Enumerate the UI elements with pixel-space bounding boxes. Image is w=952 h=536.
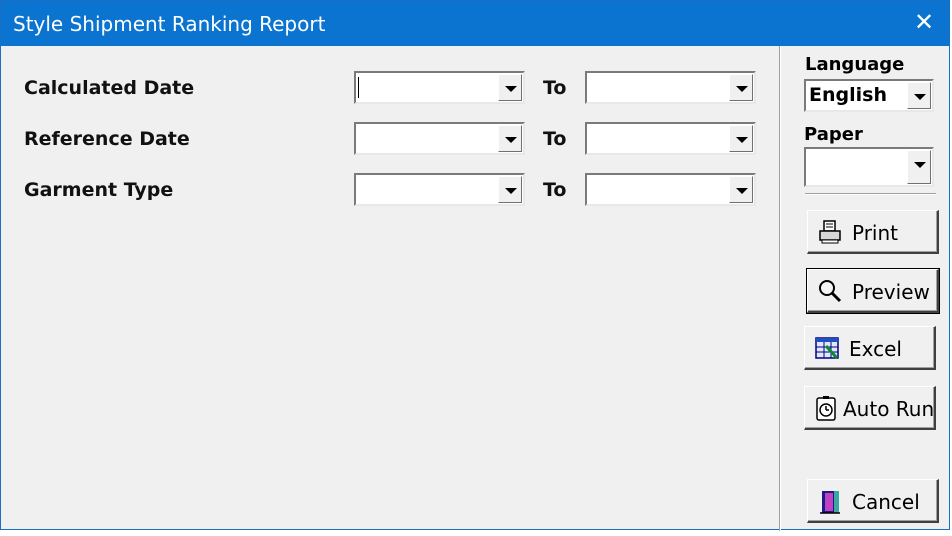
report-window: Style Shipment Ranking Report ✕ Calculat… (0, 0, 950, 531)
chevron-down-icon[interactable] (907, 150, 931, 184)
calculated-date-to-label: To (543, 77, 567, 99)
garment-type-label: Garment Type (24, 179, 174, 201)
language-select[interactable]: English (804, 79, 934, 112)
paper-select[interactable] (804, 147, 934, 187)
language-value: English (809, 84, 887, 106)
paper-label: Paper (804, 124, 863, 145)
print-button[interactable]: Print (807, 210, 939, 254)
printer-icon (819, 220, 841, 244)
chevron-down-icon[interactable] (729, 176, 753, 203)
chevron-down-icon[interactable] (498, 125, 522, 152)
garment-type-to-label: To (543, 179, 567, 201)
sidebar-separator (805, 193, 936, 195)
auto-run-button[interactable]: Auto Run (804, 386, 936, 430)
exit-door-icon (820, 491, 840, 514)
chevron-down-icon[interactable] (498, 176, 522, 203)
excel-label: Excel (849, 337, 902, 361)
magnifier-icon (819, 280, 842, 303)
reference-date-to-combo[interactable] (585, 122, 756, 155)
chevron-down-icon[interactable] (729, 125, 753, 152)
print-label: Print (852, 221, 899, 245)
calculated-date-from-combo[interactable] (354, 71, 525, 104)
chevron-down-icon[interactable] (729, 74, 753, 101)
reference-date-to-label: To (543, 128, 567, 150)
reference-date-label: Reference Date (24, 128, 190, 150)
chevron-down-icon[interactable] (907, 82, 931, 109)
sidebar-divider (779, 46, 781, 531)
calculated-date-to-combo[interactable] (585, 71, 756, 104)
title-bar: Style Shipment Ranking Report ✕ (1, 1, 949, 46)
auto-run-label: Auto Run (843, 397, 935, 421)
excel-button[interactable]: Excel (804, 326, 936, 370)
garment-type-from-combo[interactable] (354, 173, 525, 206)
window-title: Style Shipment Ranking Report (13, 12, 326, 36)
cancel-button[interactable]: Cancel (807, 479, 939, 523)
garment-type-to-combo[interactable] (585, 173, 756, 206)
cancel-label: Cancel (852, 490, 920, 514)
chevron-down-icon[interactable] (498, 74, 522, 101)
stopwatch-icon (816, 396, 836, 421)
language-label: Language (805, 54, 905, 75)
text-caret (358, 77, 359, 98)
preview-button[interactable]: Preview (806, 268, 940, 314)
close-icon[interactable]: ✕ (909, 8, 939, 38)
reference-date-from-combo[interactable] (354, 122, 525, 155)
calculated-date-label: Calculated Date (24, 77, 195, 99)
preview-label: Preview (852, 280, 930, 304)
spreadsheet-icon (815, 337, 839, 360)
